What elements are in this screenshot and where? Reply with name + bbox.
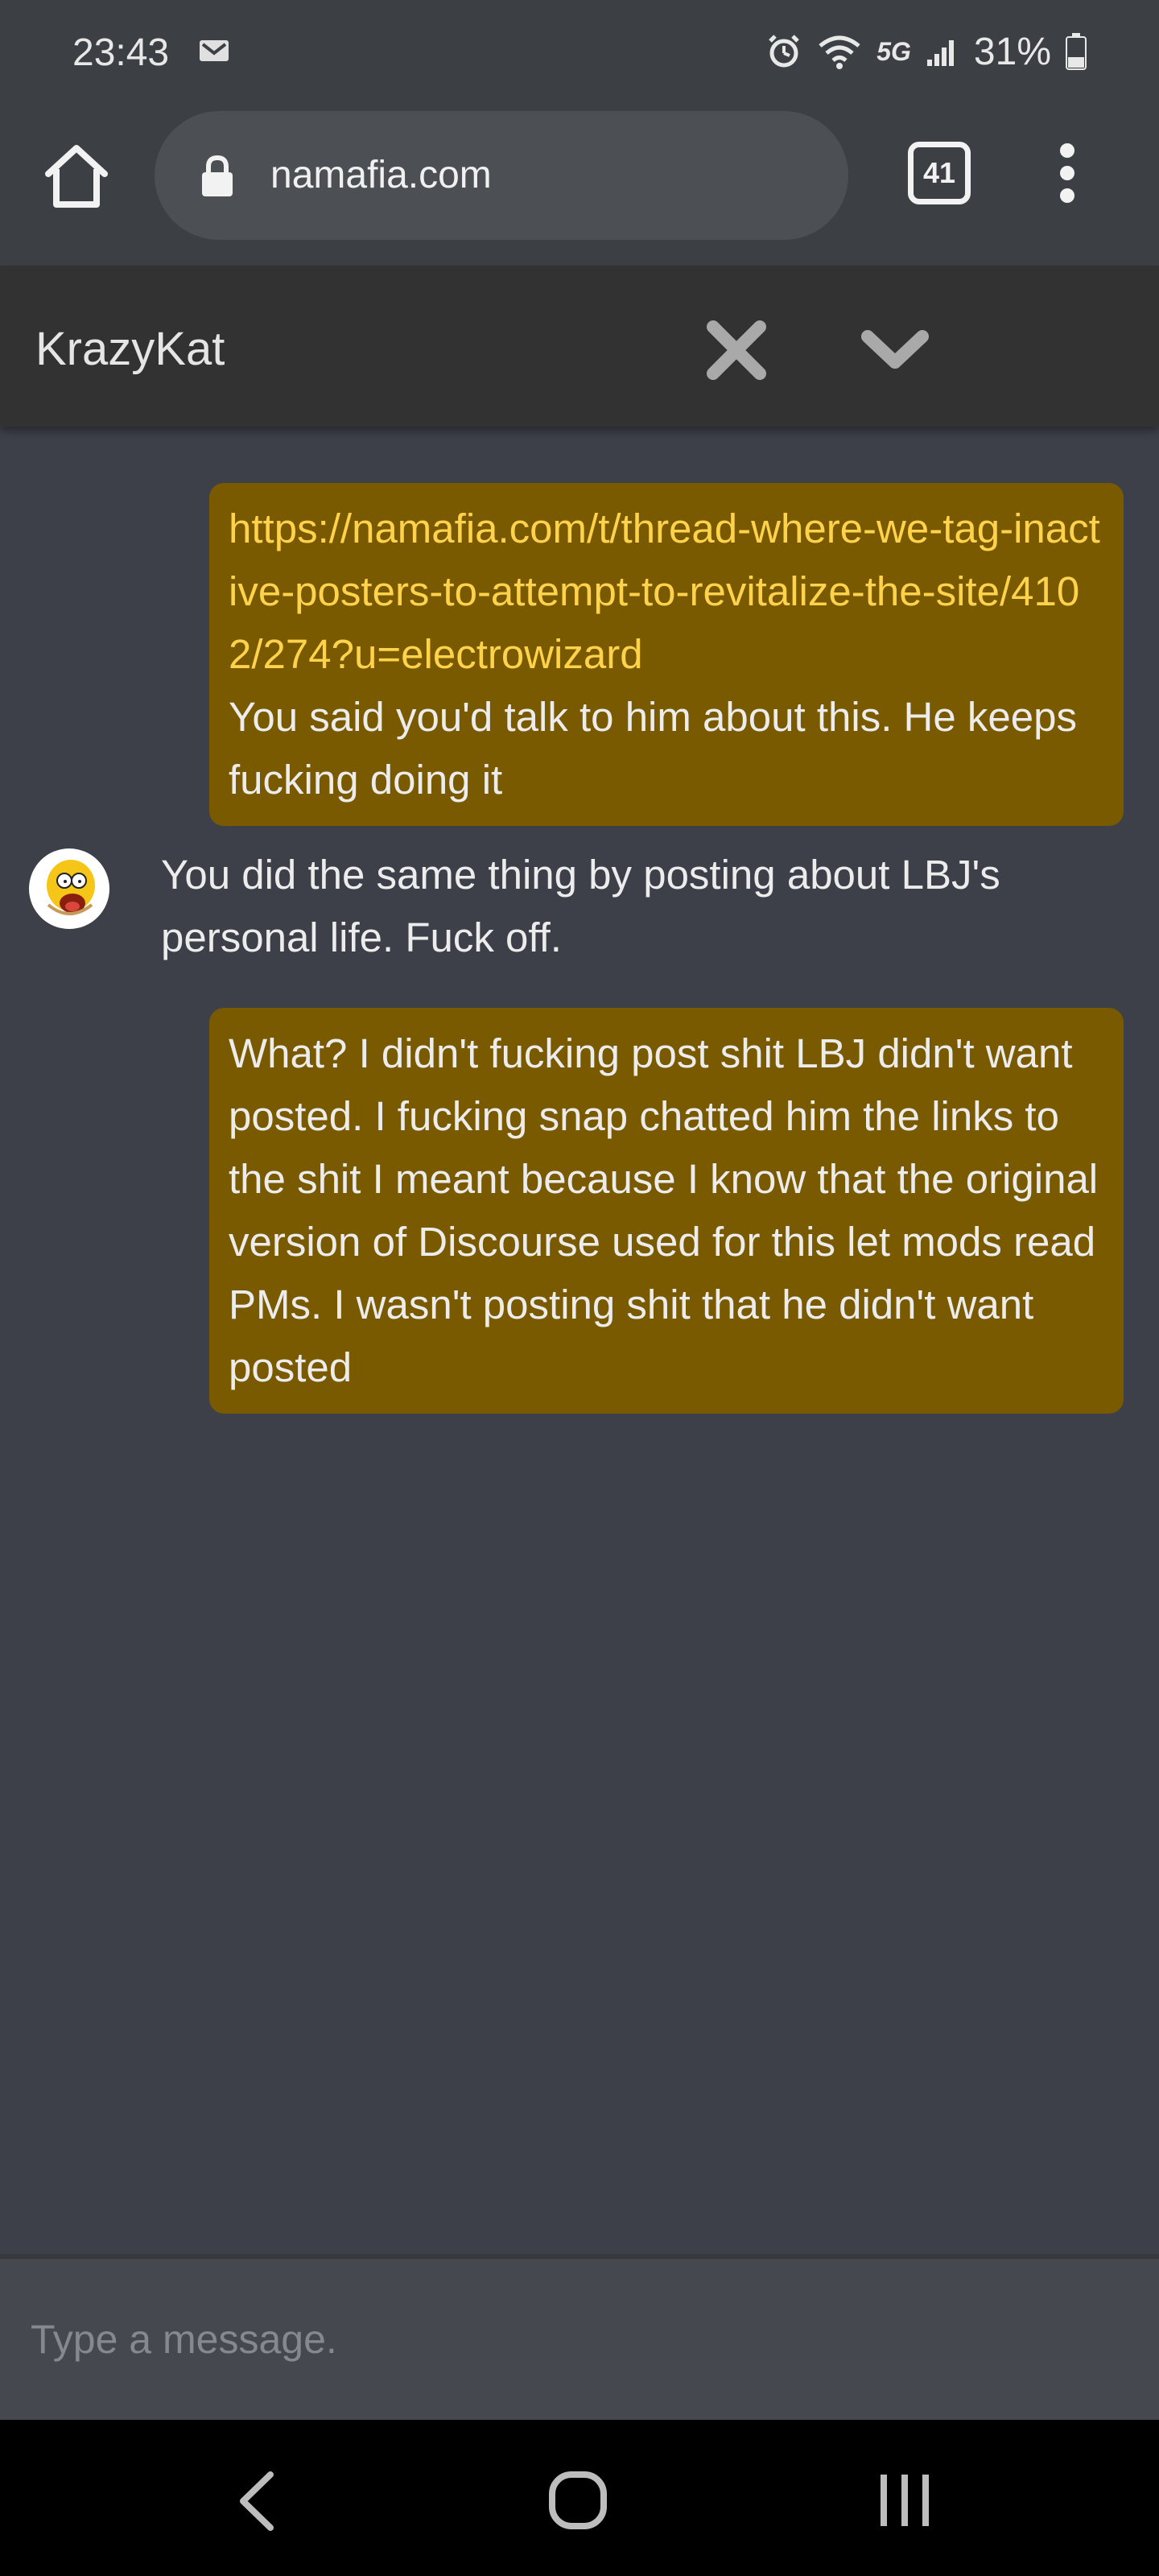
chevron-down-icon[interactable]: [856, 312, 934, 385]
browser-toolbar: namafia.com 41: [0, 105, 1159, 266]
chat-title: KrazyKat: [35, 323, 225, 375]
system-navigation-bar: [0, 2420, 1159, 2576]
message-composer: [0, 2254, 1159, 2420]
mail-notification-icon: [200, 40, 229, 61]
lock-icon: [202, 155, 233, 196]
network-type-label: 5G: [876, 36, 911, 66]
back-icon[interactable]: [225, 2465, 290, 2537]
message-list: https://namafia.com/t/thread-where-we-ta…: [0, 427, 1159, 2254]
outgoing-message: https://namafia.com/t/thread-where-we-ta…: [209, 483, 1124, 826]
status-bar: 23:43 5G 31%: [0, 0, 1159, 105]
chat-header: KrazyKat: [0, 266, 1159, 427]
message-text: You said you'd talk to him about this. H…: [229, 694, 1077, 803]
message-text: What? I didn't fucking post shit LBJ did…: [229, 1030, 1099, 1390]
wifi-icon: [819, 35, 860, 69]
outgoing-message: What? I didn't fucking post shit LBJ did…: [209, 1008, 1124, 1414]
status-time: 23:43: [72, 31, 170, 74]
overflow-menu-icon[interactable]: [1051, 143, 1083, 208]
status-indicators: 5G 31%: [765, 29, 1087, 74]
avatar-image: [31, 850, 108, 927]
battery-icon: [1066, 33, 1087, 70]
message-input[interactable]: [29, 2307, 1124, 2372]
battery-percent: 31%: [973, 30, 1051, 73]
tab-switcher-button[interactable]: 41: [908, 142, 971, 204]
home-icon[interactable]: [40, 140, 113, 213]
close-icon[interactable]: [700, 314, 773, 386]
message-link[interactable]: https://namafia.com/t/thread-where-we-ta…: [229, 506, 1100, 677]
avatar[interactable]: [29, 848, 109, 929]
alarm-icon: [769, 35, 800, 68]
incoming-message: You did the same thing by posting about …: [161, 852, 1000, 960]
signal-icon: [926, 40, 954, 66]
home-nav-icon[interactable]: [546, 2468, 610, 2533]
url-text: namafia.com: [270, 154, 492, 196]
recent-apps-icon[interactable]: [872, 2468, 937, 2533]
address-bar[interactable]: namafia.com: [155, 111, 848, 240]
